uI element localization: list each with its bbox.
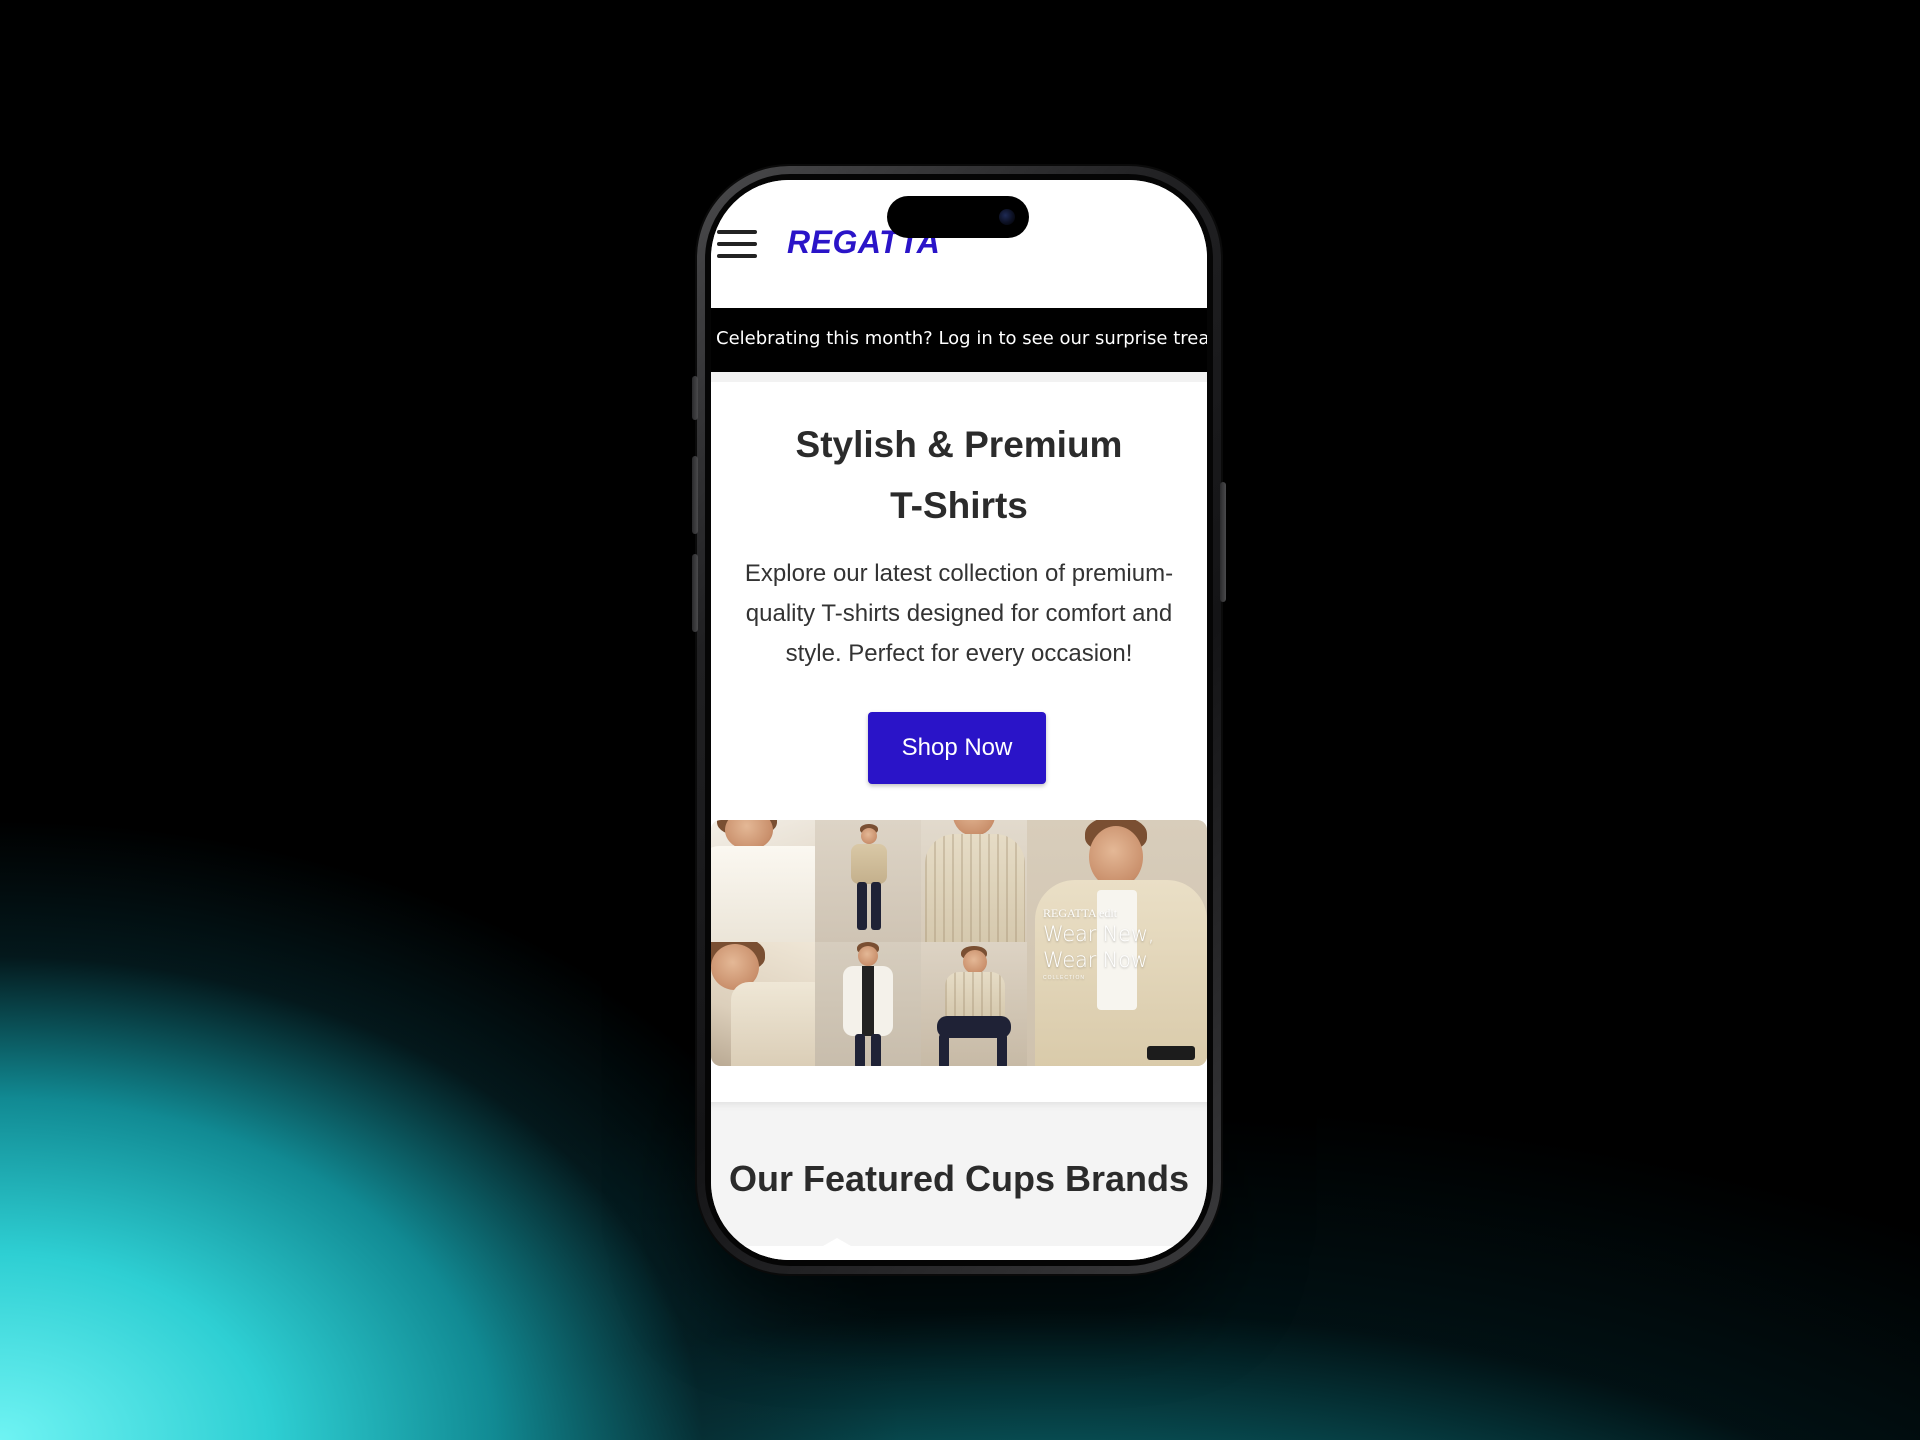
action-button: [692, 376, 698, 420]
shop-now-button[interactable]: Shop Now: [868, 712, 1046, 784]
dynamic-island: [887, 196, 1029, 238]
banner-photo-3: [921, 820, 1027, 942]
banner-photo-6: [921, 942, 1027, 1066]
banner-photo-4: [711, 942, 815, 1066]
banner-headline-line1: Wear New,: [1043, 922, 1155, 946]
hamburger-menu-icon[interactable]: [717, 228, 757, 260]
collection-banner[interactable]: REGATTA edit Wear New, Wear Now COLLECTI…: [711, 820, 1207, 1066]
volume-down-button: [692, 554, 698, 632]
featured-title: Our Featured Cups Brands: [728, 1158, 1190, 1199]
hero-title-line2: T-Shirts: [890, 485, 1028, 526]
divider: [711, 372, 1207, 382]
banner-photo-5: [815, 942, 921, 1066]
featured-section: Our Featured Cups Brands: [711, 1102, 1207, 1260]
banner-photo-1: [711, 820, 815, 942]
carousel-pointer: [823, 1238, 851, 1246]
banner-headline: Wear New, Wear Now: [1043, 921, 1203, 973]
banner-headline-line2: Wear Now: [1043, 948, 1148, 972]
phone-screen: REGATTA Celebrating this month? Log in t…: [711, 180, 1207, 1260]
front-camera-icon: [999, 209, 1015, 225]
banner-eyebrow: REGATTA edit: [1043, 906, 1118, 920]
banner-tag: COLLECTION: [1043, 975, 1085, 981]
hero-description: Explore our latest collection of premium…: [744, 560, 1174, 667]
banner-overlay: REGATTA edit Wear New, Wear Now COLLECTI…: [1043, 906, 1203, 981]
hero-title-line1: Stylish & Premium: [795, 424, 1123, 465]
featured-carousel[interactable]: [711, 1238, 1207, 1260]
power-button: [1220, 482, 1226, 602]
banner-photo-2: [815, 820, 921, 942]
volume-up-button: [692, 456, 698, 534]
announcement-bar[interactable]: Celebrating this month? Log in to see ou…: [711, 308, 1207, 372]
phone-mockup: REGATTA Celebrating this month? Log in t…: [692, 166, 1226, 1274]
hero-title: Stylish & Premium T-Shirts: [751, 414, 1167, 536]
announcement-text: Celebrating this month? Log in to see ou…: [716, 328, 1207, 349]
